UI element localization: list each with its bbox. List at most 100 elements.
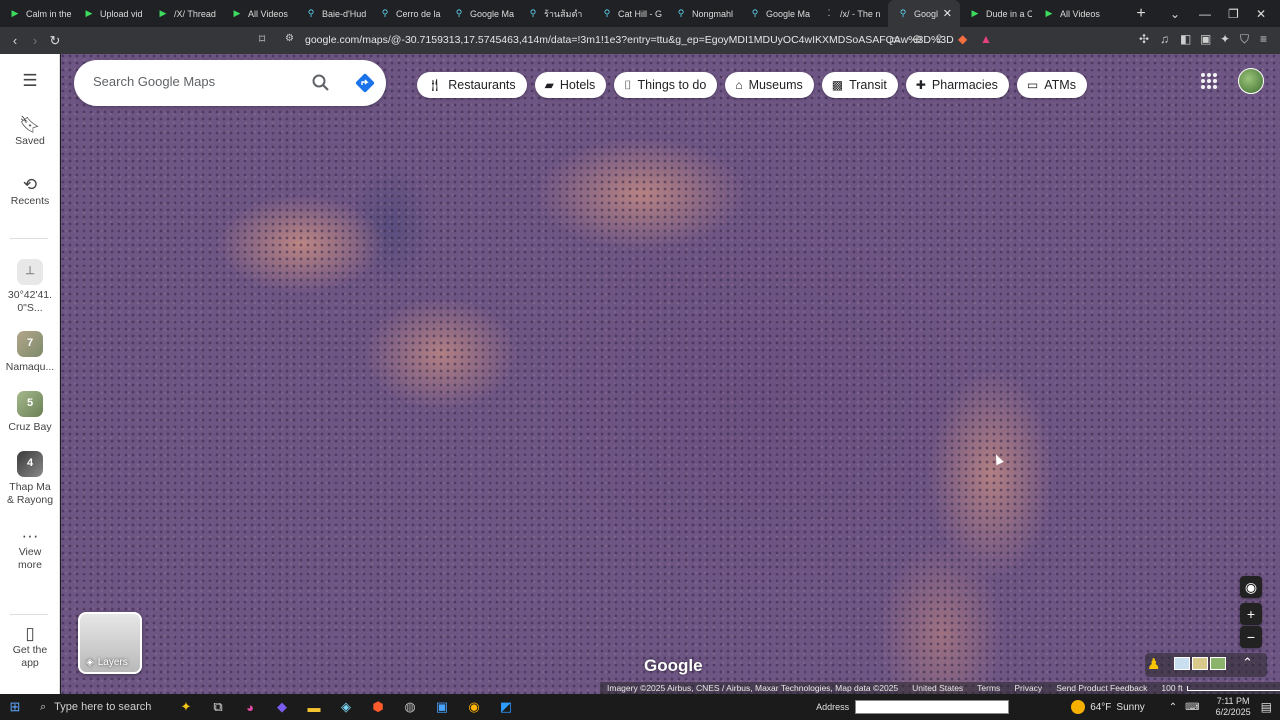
brave-browser-icon[interactable]: ⬢ (362, 699, 394, 715)
back-icon[interactable]: ‹ (5, 33, 25, 48)
media-icon[interactable]: ♫ (1160, 32, 1169, 46)
site-info-icon[interactable]: ⚙ (285, 33, 294, 44)
reload-icon[interactable]: ↻ (45, 33, 65, 49)
country-link[interactable]: United States (912, 683, 963, 693)
chip-transit[interactable]: ▩ Transit (821, 72, 898, 98)
recent-item[interactable]: 5 Cruz Bay (0, 391, 60, 434)
sidebar-toggle-icon[interactable]: ◧ (1180, 32, 1191, 46)
chip-hotels[interactable]: ▰ Hotels (534, 72, 607, 98)
browser-tab[interactable]: ⚲ Google Ma (444, 0, 518, 27)
tab-title: /x/ - The n (840, 8, 881, 19)
notification-icon[interactable]: ▤ (1261, 700, 1272, 714)
browser-tab[interactable]: ▶ All Videos (222, 0, 296, 27)
search-button[interactable] (311, 73, 331, 93)
browser-tab[interactable]: ▶ Calm in the (0, 0, 74, 27)
sidebar-menu-button[interactable]: ☰ (0, 72, 60, 91)
app-icon-purple[interactable]: ◆ (266, 699, 298, 715)
google-apps-icon[interactable] (1201, 73, 1217, 89)
keyboard-icon[interactable]: ⌨ (1185, 702, 1199, 713)
scale-bar[interactable]: 100 ft (1161, 683, 1280, 693)
youtube-icon: ▶ (1045, 8, 1053, 18)
privacy-link[interactable]: Privacy (1014, 683, 1042, 693)
atm-icon: ▭ (1026, 78, 1039, 92)
browser-tab[interactable]: ▶ All Videos (1034, 0, 1108, 27)
terms-link[interactable]: Terms (977, 683, 1000, 693)
browser-tab-strip: ▶ Calm in the ▶ Upload vid ▶ /X/ Thread ▶ All V… (0, 0, 1280, 27)
get-app-button[interactable]: ▯ Get the app (0, 625, 60, 670)
browser-tab[interactable]: ▶ /X/ Thread (148, 0, 222, 27)
browser-tab[interactable]: ⁚ /x/ - The n (814, 0, 888, 27)
browser-tab[interactable]: ⚲ Google Ma (740, 0, 814, 27)
tray-chevron-icon[interactable]: ⌃ (1169, 702, 1177, 713)
zoom-icon[interactable]: ⊕ (912, 32, 922, 46)
copilot-app-icon[interactable]: ◕ (234, 700, 266, 715)
extensions-icon[interactable]: ✣ (1139, 32, 1149, 46)
browser-tab[interactable]: ▶ Upload vid (74, 0, 148, 27)
tab-title: ร้านส้มตำ (544, 8, 583, 19)
windows-start-icon[interactable]: ⊞ (0, 699, 30, 715)
search-input[interactable] (93, 74, 303, 89)
expand-up-icon[interactable]: ⌃ (1242, 655, 1253, 671)
chip-atms[interactable]: ▭ ATMs (1016, 72, 1087, 98)
browser-tab[interactable]: ⚲ Cat Hill - G (592, 0, 666, 27)
app-icon-blue[interactable]: ◈ (330, 699, 362, 715)
browser-tab[interactable]: ⚲ Baie-d'Hud (296, 0, 370, 27)
clock[interactable]: 7:11 PM 6/2/2025 (1216, 696, 1251, 718)
new-tab-button[interactable]: + (1126, 5, 1156, 23)
brave-shield-icon[interactable]: ◆ (958, 32, 967, 46)
screen-icon[interactable]: ▭ (889, 32, 900, 46)
share-icon[interactable]: ⇪ (934, 32, 944, 46)
satellite-map[interactable] (61, 54, 1280, 694)
close-tab-icon[interactable]: ✕ (943, 7, 952, 20)
recent-item[interactable]: 7 Namaqu... (0, 331, 60, 374)
zoom-in-button[interactable]: + (1240, 603, 1262, 625)
weather-widget[interactable]: 64°F Sunny (1071, 700, 1145, 714)
weather-desc: Sunny (1116, 701, 1145, 713)
sidebar-item-saved[interactable]: 🔖︎ Saved (0, 116, 60, 148)
app-icon-yellow[interactable]: ◉ (458, 699, 490, 715)
browser-tab[interactable]: ⚲ ร้านส้มตำ (518, 0, 592, 27)
map-type-tiles[interactable] (1174, 657, 1226, 670)
app-icon-editor[interactable]: ◩ (490, 699, 522, 715)
restore-icon[interactable]: ❐ (1228, 0, 1239, 27)
menu-icon[interactable]: ≡ (1260, 32, 1267, 46)
chip-pharmacies[interactable]: ✚ Pharmacies (905, 72, 1009, 98)
copilot-icon[interactable]: ✦ (170, 699, 202, 715)
forward-icon[interactable]: › (25, 33, 45, 48)
app-icon-monitor[interactable]: ▣ (426, 699, 458, 715)
chip-restaurants[interactable]: 🍴︎ Restaurants (417, 72, 527, 98)
wallet-icon[interactable]: ▣ (1200, 32, 1211, 46)
browser-tab[interactable]: ▶ Dude in a C (960, 0, 1034, 27)
directions-button[interactable] (355, 73, 375, 93)
browser-tab[interactable]: ⚲ Nongmahl (666, 0, 740, 27)
sidebar-item-recents[interactable]: ⟲ Recents (0, 176, 60, 208)
address-bar-url[interactable]: google.com/maps/@-30.7159313,17.5745463,… (305, 34, 954, 46)
recent-item[interactable]: ⊥ 30°42'41. 0"S... (0, 259, 60, 315)
rewards-icon[interactable]: ▲ (980, 32, 992, 46)
layers-button[interactable]: ◈ Layers (78, 612, 142, 674)
bookmark-icon[interactable]: ⌑ (259, 32, 265, 46)
chip-museums[interactable]: ⌂ Museums (725, 72, 814, 98)
task-view-icon[interactable]: ⧉ (202, 699, 234, 715)
feedback-link[interactable]: Send Product Feedback (1056, 683, 1147, 693)
taskbar-search[interactable]: ⌕ Type here to search (30, 694, 170, 720)
pegman-icon[interactable]: ♟ (1147, 655, 1165, 675)
close-window-icon[interactable]: ✕ (1256, 0, 1266, 27)
browser-tab[interactable]: ⚲ Googl ✕ (888, 0, 960, 27)
zoom-out-button[interactable]: − (1240, 626, 1262, 648)
recent-item[interactable]: 4 Thap Ma & Rayong (0, 451, 60, 507)
view-more-button[interactable]: ··· View more (0, 527, 60, 572)
leo-ai-icon[interactable]: ✦ (1220, 32, 1230, 46)
browser-tab[interactable]: ⚲ Cerro de la (370, 0, 444, 27)
maps-pin-icon: ⚲ (307, 8, 315, 18)
minimize-icon[interactable]: — (1199, 0, 1211, 27)
app-icon-gray[interactable]: ◍ (394, 699, 426, 715)
chip-things-to-do[interactable]: ⌷ Things to do (614, 72, 718, 98)
dots-icon: ⁚ (827, 8, 831, 18)
vpn-icon[interactable]: ⛉ (1240, 32, 1249, 47)
my-location-button[interactable]: ◉ (1240, 576, 1262, 598)
file-explorer-icon[interactable]: ▬ (298, 700, 330, 715)
address-toolbar-input[interactable] (855, 700, 1010, 714)
account-avatar[interactable] (1238, 68, 1264, 94)
tab-search-icon[interactable]: ⌄ (1170, 0, 1180, 27)
